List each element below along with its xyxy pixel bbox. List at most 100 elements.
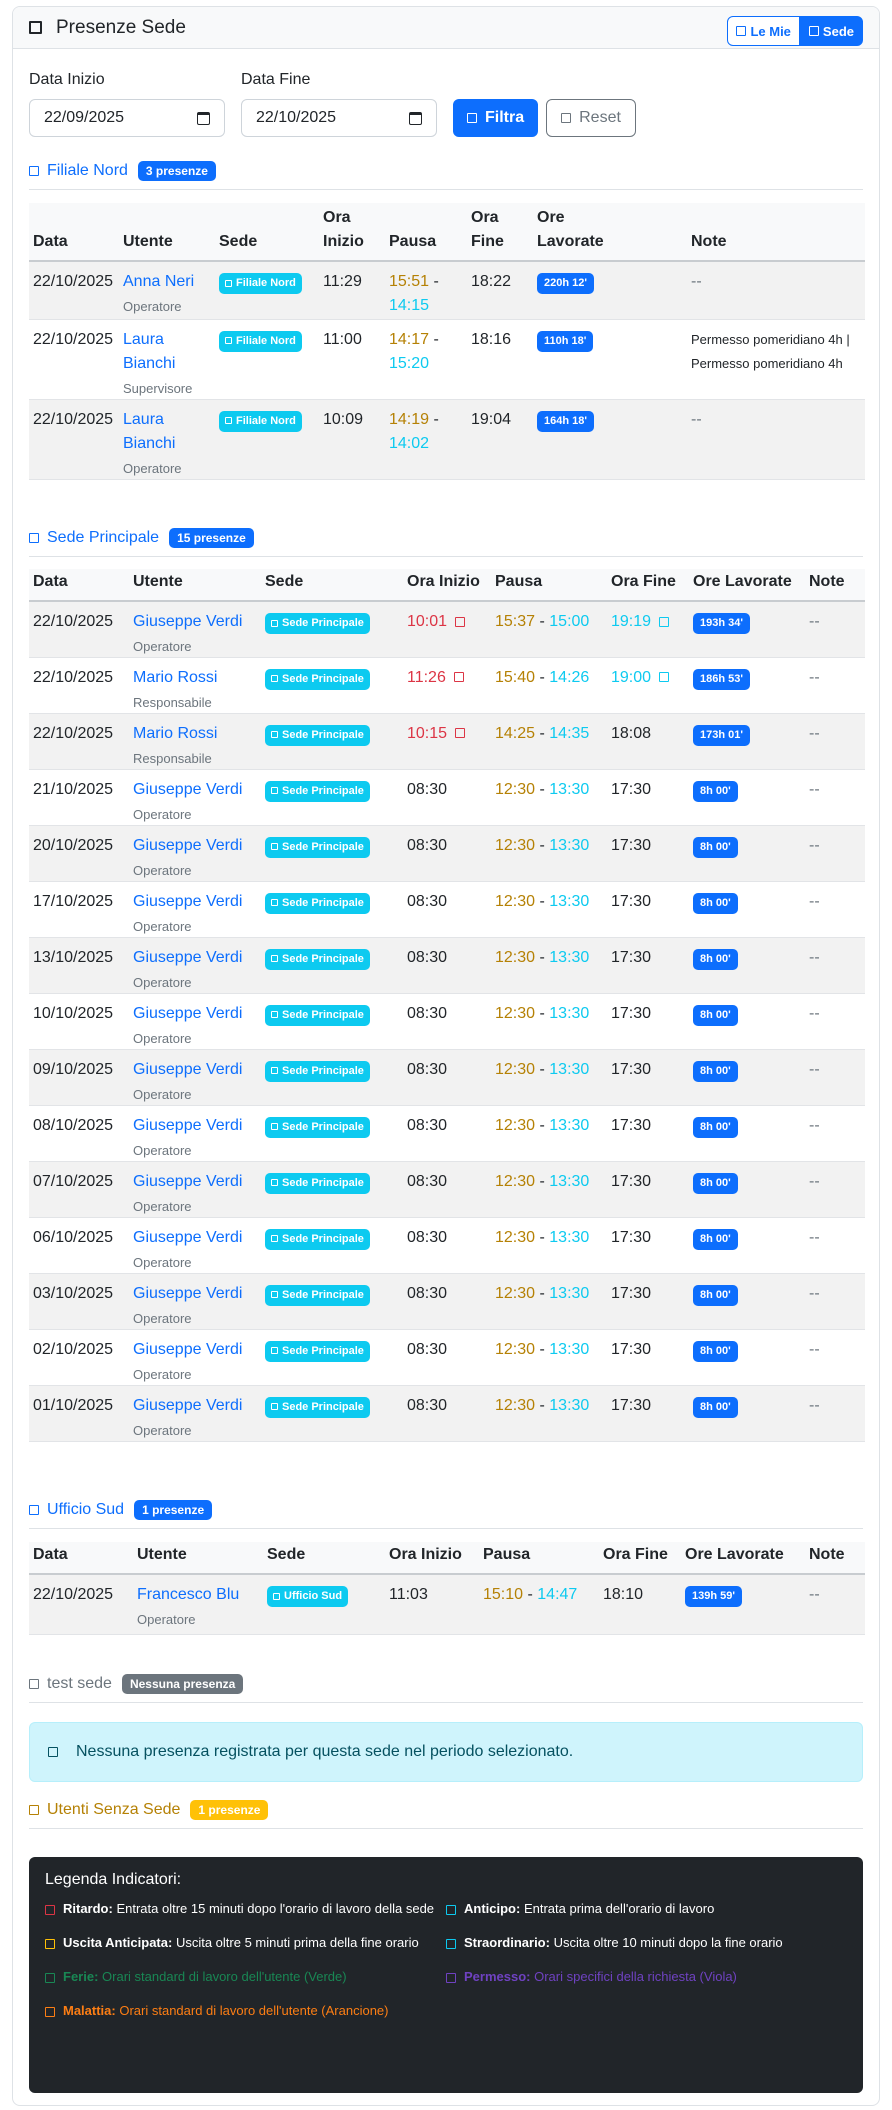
table-row: 22/10/2025 Laura Bianchi Operatore Filiale … [29,399,865,480]
start-time: 08:30 [407,1172,448,1190]
user-link[interactable]: Giuseppe Verdi [133,1114,257,1138]
user-link[interactable]: Giuseppe Verdi [133,1226,257,1250]
table-row: 20/10/2025 Giuseppe Verdi Operatore Sede Pr… [29,825,865,882]
user-link[interactable]: Giuseppe Verdi [133,1282,257,1306]
user-link[interactable]: Giuseppe Verdi [133,946,257,970]
user-link[interactable]: Mario Rossi [133,722,257,746]
table-row: 21/10/2025 Giuseppe Verdi Operatore Sede Pr… [29,769,865,826]
sede-cell: Filiale Nord [215,261,319,320]
column-header: Utente [129,569,261,602]
hours-badge: 8h 00' [693,1116,738,1138]
user-cell: Giuseppe Verdi Operatore [129,1217,261,1274]
table-row: 10/10/2025 Giuseppe Verdi Operatore Sede Pr… [29,993,865,1050]
user-role: Operatore [133,639,192,654]
hours-badge: 110h 18' [537,330,594,352]
pause-separator: - [535,1116,550,1134]
sede-badge: Sede Principale [265,836,370,858]
table-header-row: Data Utente Sede Ora Inizio Pausa Ora Fine Ore… [29,1542,865,1575]
legend-indicator-icon [45,1938,55,1949]
hours-badge: 220h 12' [537,273,594,294]
end-time: 18:22 [471,273,512,290]
hours-cell: 8h 00' [689,825,805,882]
note-cell: -- [805,1161,865,1218]
user-link[interactable]: Giuseppe Verdi [133,1170,257,1194]
building-icon [808,26,819,36]
sede-button[interactable]: Sede [799,16,863,46]
calendar-icon[interactable] [409,111,422,125]
pause-start: 14:17 [389,330,430,348]
start-time-cell: 08:30 [403,881,491,938]
user-link[interactable]: Mario Rossi [133,666,257,690]
user-link[interactable]: Giuseppe Verdi [133,890,257,914]
legend-row: Ferie: Orari standard di lavoro dell'ute… [45,1965,847,1989]
end-date-input[interactable]: 22/10/2025 [241,99,437,137]
pause-end: 13:30 [549,892,590,910]
building-icon [271,787,278,795]
date-cell: 08/10/2025 [29,1105,129,1162]
start-time-cell: 08:30 [403,769,491,826]
end-time-cell: 17:30 [607,1049,689,1106]
start-time: 08:30 [407,1340,448,1358]
user-link[interactable]: Giuseppe Verdi [133,1338,257,1362]
start-time-cell: 11:29 [319,261,385,320]
pause-cell: 12:30 - 13:30 [491,825,607,882]
column-header: Sede [215,203,319,262]
start-time: 08:30 [407,1396,448,1414]
calendar-icon[interactable] [197,111,210,125]
user-link[interactable]: Francesco Blu [137,1583,259,1607]
end-time-cell: 19:19 [607,601,689,658]
table-row: 13/10/2025 Giuseppe Verdi Operatore Sede Pr… [29,937,865,994]
pause-separator: - [535,668,550,686]
hours-cell: 8h 00' [689,881,805,938]
table-row: 22/10/2025 Mario Rossi Responsabile Sede Pr… [29,713,865,770]
user-link[interactable]: Laura Bianchi [123,328,211,376]
column-header: Pausa [491,569,607,602]
date-cell: 07/10/2025 [29,1161,129,1218]
user-cell: Mario Rossi Responsabile [129,713,261,770]
hours-cell: 186h 53' [689,657,805,714]
hours-badge: 173h 01' [693,724,750,746]
user-link[interactable]: Giuseppe Verdi [133,610,257,634]
sede-cell: Sede Principale [261,657,403,714]
note-cell: -- [805,1385,865,1442]
pause-end: 14:47 [537,1586,578,1603]
building-icon [29,1505,39,1515]
user-cell: Anna Neri Operatore [119,261,215,320]
note-cell: -- [805,1049,865,1106]
le-mie-button[interactable]: Le Mie [727,16,800,46]
user-link[interactable]: Laura Bianchi [123,408,211,456]
user-cell: Giuseppe Verdi Operatore [129,881,261,938]
pause-cell: 15:10 - 14:47 [479,1574,599,1635]
pause-separator: - [429,330,439,348]
user-link[interactable]: Giuseppe Verdi [133,834,257,858]
pause-cell: 15:51 - 14:15 [385,261,467,320]
table-row: 22/10/2025 Giuseppe Verdi Operatore Sede Pr… [29,601,865,658]
user-link[interactable]: Giuseppe Verdi [133,1002,257,1026]
sede-badge: Sede Principale [265,1396,370,1418]
user-link[interactable]: Giuseppe Verdi [133,1058,257,1082]
pause-cell: 12:30 - 13:30 [491,1329,607,1386]
pause-end: 14:26 [549,668,590,686]
section-title: Sede Principale [47,529,160,546]
end-time: 17:30 [611,1116,652,1134]
hours-cell: 8h 00' [689,1385,805,1442]
reset-button[interactable]: Reset [546,99,636,137]
sede-badge-label: Sede Principale [282,1344,364,1357]
table-row: 03/10/2025 Giuseppe Verdi Operatore Sede Pr… [29,1273,865,1330]
hours-cell: 8h 00' [689,769,805,826]
user-link[interactable]: Giuseppe Verdi [133,1394,257,1418]
user-link[interactable]: Giuseppe Verdi [133,778,257,802]
filter-button[interactable]: Filtra [453,99,539,137]
start-date-input[interactable]: 22/09/2025 [29,99,225,137]
section-filiale-nord-header: Filiale Nord 3 presenze [29,161,863,190]
user-cell: Giuseppe Verdi Operatore [129,1105,261,1162]
table-ufficio-sud: Data Utente Sede Ora Inizio Pausa Ora Fine Ore… [29,1542,865,1635]
table-sede-principale: Data Utente Sede Ora Inizio Pausa Ora Fine Ore… [29,569,865,1442]
end-time-cell: 18:08 [607,713,689,770]
pause-start: 14:19 [389,410,430,428]
pause-cell: 12:30 - 13:30 [491,1217,607,1274]
user-link[interactable]: Anna Neri [123,270,211,294]
pause-cell: 12:30 - 13:30 [491,993,607,1050]
sede-cell: Sede Principale [261,713,403,770]
start-time: 08:30 [407,892,448,910]
